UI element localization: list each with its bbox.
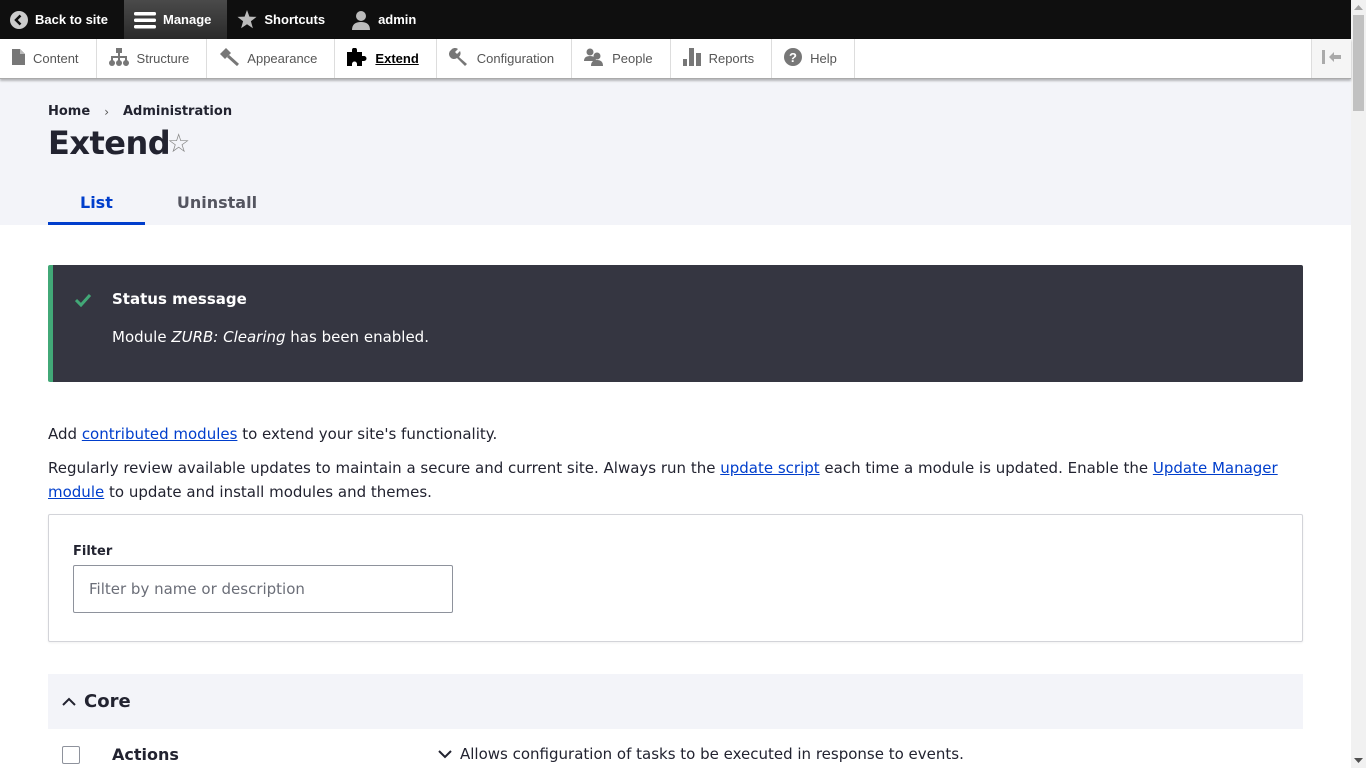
- sitemap-icon: [108, 48, 129, 69]
- manage-label: Manage: [162, 12, 212, 27]
- module-name: Actions: [112, 745, 179, 764]
- breadcrumb-administration[interactable]: Administration: [123, 104, 232, 119]
- chevron-up-icon: [62, 692, 76, 711]
- page-header: Home › Administration Extend ☆ List Unin…: [0, 79, 1351, 225]
- people-icon: [584, 48, 604, 69]
- tray-item-label: Help: [810, 51, 837, 66]
- intro-text: to extend your site's functionality.: [237, 425, 498, 443]
- intro-updates: Regularly review available updates to ma…: [48, 456, 1308, 504]
- help-icon: ?: [784, 48, 803, 69]
- page-scrollbar[interactable]: [1351, 0, 1366, 768]
- manage-button[interactable]: Manage: [123, 0, 228, 39]
- tab-list[interactable]: List: [48, 179, 145, 225]
- chevron-down-icon: [438, 745, 452, 763]
- module-enable-checkbox[interactable]: [62, 746, 80, 764]
- back-to-site-link[interactable]: Back to site: [0, 0, 124, 39]
- tray-item-label: Reports: [708, 51, 755, 66]
- hamburger-icon: [133, 11, 156, 29]
- scrollbar-thumb[interactable]: [1353, 15, 1364, 111]
- status-title: Status message: [112, 290, 247, 308]
- svg-text:?: ?: [789, 50, 797, 65]
- module-description-toggle[interactable]: Allows configuration of tasks to be exec…: [438, 745, 964, 763]
- user-label: admin: [378, 12, 417, 27]
- admin-tray: Content Structure Appearance Extend Conf…: [0, 39, 1351, 79]
- scroll-down-arrow-icon[interactable]: [1351, 753, 1366, 768]
- tray-item-label: Structure: [136, 51, 190, 66]
- file-icon: [12, 49, 25, 68]
- filter-label: Filter: [73, 544, 113, 559]
- tray-orientation-toggle[interactable]: [1311, 39, 1351, 78]
- status-suffix: has been enabled.: [285, 328, 429, 346]
- tray-item-label: Appearance: [247, 51, 318, 66]
- status-module-name: ZURB: Clearing: [171, 328, 286, 346]
- tab-uninstall[interactable]: Uninstall: [145, 179, 289, 225]
- tray-item-label: People: [612, 51, 653, 66]
- paintbrush-icon: [219, 48, 240, 69]
- primary-tabs: List Uninstall: [48, 179, 289, 225]
- page-title: Extend: [48, 124, 171, 162]
- contributed-modules-link[interactable]: contributed modules: [82, 425, 238, 443]
- breadcrumb-home[interactable]: Home: [48, 104, 90, 119]
- status-message: Status message Module ZURB: Clearing has…: [48, 265, 1303, 382]
- status-prefix: Module: [112, 328, 172, 346]
- scroll-up-arrow-icon[interactable]: [1351, 0, 1366, 15]
- tray-item-people[interactable]: People: [572, 39, 671, 78]
- filter-input[interactable]: [73, 565, 453, 613]
- tray-item-label: Extend: [375, 51, 419, 66]
- checkmark-icon: [74, 292, 92, 311]
- tray-item-configuration[interactable]: Configuration: [437, 39, 573, 78]
- core-section-toggle[interactable]: Core: [48, 674, 1303, 729]
- user-icon: [351, 10, 371, 30]
- tray-item-label: Configuration: [476, 51, 555, 66]
- module-row: Actions Allows configuration of tasks to…: [48, 740, 1303, 768]
- add-shortcut-star-icon[interactable]: ☆: [167, 129, 190, 159]
- tray-item-extend[interactable]: Extend: [335, 39, 437, 78]
- filter-panel: Filter: [48, 514, 1303, 642]
- back-to-site-label: Back to site: [35, 12, 108, 27]
- collapse-left-icon: [1321, 49, 1342, 68]
- puzzle-icon: [347, 47, 367, 69]
- tray-item-structure[interactable]: Structure: [97, 39, 208, 78]
- tray-item-appearance[interactable]: Appearance: [207, 39, 336, 78]
- update-script-link[interactable]: update script: [720, 459, 819, 477]
- tray-item-help[interactable]: ? Help: [772, 39, 855, 78]
- back-circle-icon: [10, 10, 28, 29]
- admin-toolbar: Back to site Manage Shortcuts admin: [0, 0, 1351, 39]
- intro-contributed: Add contributed modules to extend your s…: [48, 422, 497, 446]
- intro-text: Add: [48, 425, 82, 443]
- breadcrumb: Home › Administration: [48, 104, 232, 119]
- shortcuts-label: Shortcuts: [264, 12, 326, 27]
- intro-text: to update and install modules and themes…: [104, 483, 432, 501]
- tray-item-reports[interactable]: Reports: [671, 39, 773, 78]
- core-section-title: Core: [84, 691, 131, 712]
- star-icon: [237, 10, 257, 29]
- intro-text: Regularly review available updates to ma…: [48, 459, 721, 477]
- module-description: Allows configuration of tasks to be exec…: [460, 745, 964, 763]
- breadcrumb-separator: ›: [104, 104, 109, 119]
- wrench-icon: [448, 48, 469, 69]
- tray-item-label: Content: [33, 51, 79, 66]
- shortcuts-button[interactable]: Shortcuts: [227, 0, 341, 39]
- status-body: Module ZURB: Clearing has been enabled.: [112, 328, 429, 346]
- bar-chart-icon: [682, 48, 701, 69]
- tray-item-content[interactable]: Content: [0, 39, 97, 78]
- user-menu-button[interactable]: admin: [341, 0, 432, 39]
- intro-text: each time a module is updated. Enable th…: [819, 459, 1153, 477]
